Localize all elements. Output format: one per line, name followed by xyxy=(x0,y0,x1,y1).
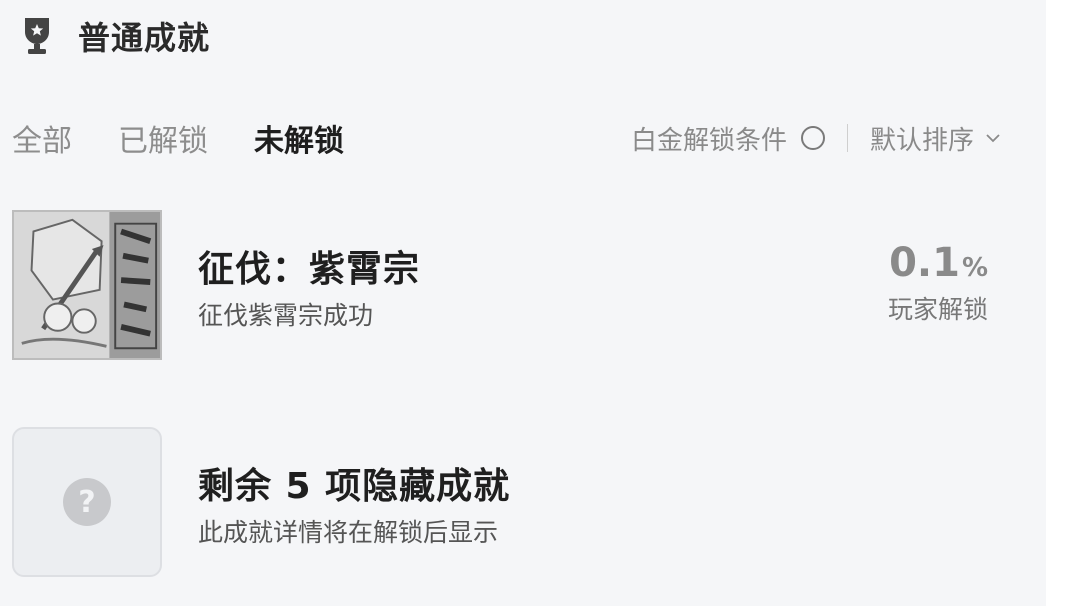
achievement-item[interactable]: 征伐：紫霄宗 征伐紫霄宗成功 0.1% 玩家解锁 xyxy=(12,210,1002,360)
achievements-panel: 普通成就 全部 已解锁 未解锁 白金解锁条件 默认排序 征伐：紫霄宗 征伐紫霄宗… xyxy=(0,0,1046,606)
tab-locked[interactable]: 未解锁 xyxy=(254,116,344,160)
tab-all[interactable]: 全部 xyxy=(12,116,72,160)
hidden-achievements-title: 剩余 5 项隐藏成就 xyxy=(198,466,511,507)
hidden-achievement-placeholder: ? xyxy=(12,427,162,577)
filter-tabs: 全部 已解锁 未解锁 xyxy=(12,116,390,160)
hidden-achievements-description: 此成就详情将在解锁后显示 xyxy=(198,518,499,547)
toolbar: 白金解锁条件 默认排序 xyxy=(631,118,1000,158)
question-mark-icon: ? xyxy=(63,478,111,526)
unlock-stat: 0.1% 玩家解锁 xyxy=(888,240,988,326)
chevron-down-icon[interactable] xyxy=(986,131,1000,145)
platinum-condition-label[interactable]: 白金解锁条件 xyxy=(631,120,787,157)
tab-unlocked[interactable]: 已解锁 xyxy=(118,116,208,160)
achievement-artwork xyxy=(12,210,162,360)
unlock-percent-value: 0.1 xyxy=(889,240,960,286)
achievement-title: 征伐：紫霄宗 xyxy=(198,249,421,290)
sort-dropdown-label[interactable]: 默认排序 xyxy=(870,120,974,157)
hidden-achievements-item[interactable]: ? 剩余 5 项隐藏成就 此成就详情将在解锁后显示 xyxy=(12,427,1002,577)
platinum-condition-radio[interactable] xyxy=(800,126,825,150)
unlock-percent-label: 玩家解锁 xyxy=(887,295,988,324)
unlock-percent: 0.1% xyxy=(888,240,988,286)
achievement-description: 征伐紫霄宗成功 xyxy=(198,301,374,330)
trophy-icon xyxy=(25,18,49,54)
section-title: 普通成就 xyxy=(78,19,211,57)
section-header: 普通成就 xyxy=(22,12,210,60)
divider xyxy=(846,124,848,152)
unlock-percent-unit: % xyxy=(961,253,988,283)
